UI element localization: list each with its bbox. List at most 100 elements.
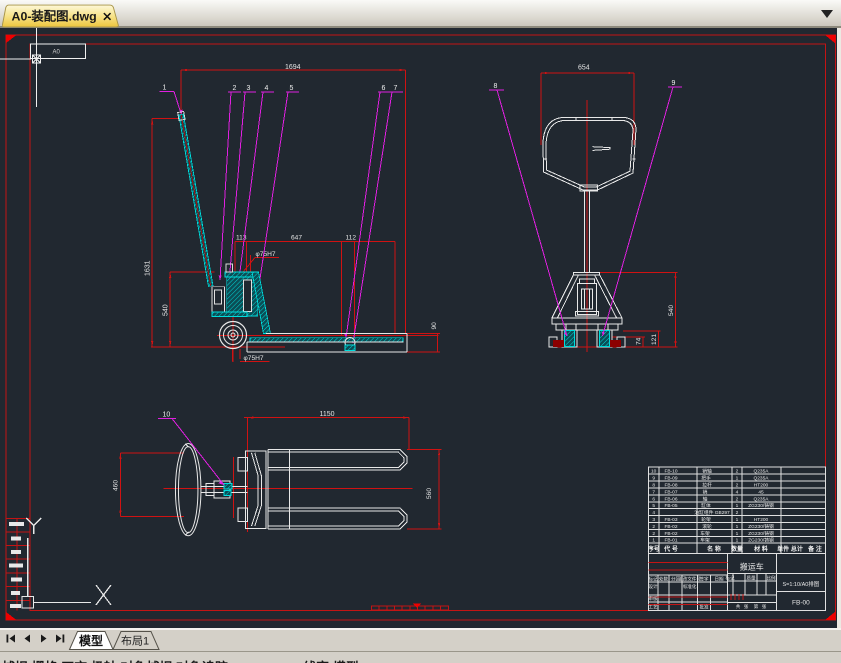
- svg-text:FB-10: FB-10: [664, 469, 677, 475]
- svg-text:滚轮: 滚轮: [702, 523, 712, 530]
- svg-text:112: 112: [346, 235, 357, 242]
- svg-text:标记: 标记: [726, 575, 735, 582]
- svg-text:比例: 比例: [767, 575, 776, 582]
- svg-text:10: 10: [163, 412, 171, 419]
- svg-text:油缸组件 GB297: 油缸组件 GB297: [694, 509, 730, 516]
- svg-text:1: 1: [736, 531, 739, 537]
- svg-text:2: 2: [233, 85, 237, 92]
- svg-text:121: 121: [651, 334, 658, 345]
- svg-text:HT200: HT200: [754, 482, 769, 488]
- svg-text:Q235A: Q235A: [754, 476, 770, 482]
- svg-text:1150: 1150: [320, 411, 335, 418]
- svg-text:更改文件号: 更改文件号: [678, 576, 701, 583]
- svg-text:HT200: HT200: [754, 517, 769, 523]
- svg-text:3: 3: [652, 517, 655, 523]
- svg-text:张: 张: [744, 603, 749, 610]
- svg-text:数量: 数量: [731, 545, 743, 553]
- svg-text:搬运车: 搬运车: [740, 562, 764, 572]
- svg-text:S=1:10/A0排图: S=1:10/A0排图: [782, 580, 819, 588]
- svg-text:10: 10: [651, 469, 657, 475]
- svg-text:7: 7: [652, 489, 655, 495]
- svg-text:车架: 车架: [700, 530, 710, 537]
- svg-text:113: 113: [236, 235, 247, 242]
- svg-text:批准: 批准: [700, 604, 709, 611]
- svg-text:备 注: 备 注: [807, 545, 822, 553]
- svg-text:1: 1: [652, 538, 655, 544]
- svg-text:拉杆: 拉杆: [702, 481, 712, 488]
- svg-text:1: 1: [163, 85, 167, 92]
- svg-text:2: 2: [736, 510, 739, 516]
- svg-text:1: 1: [736, 517, 739, 523]
- svg-text:1631: 1631: [145, 260, 152, 276]
- svg-text:φ75H7: φ75H7: [244, 355, 264, 362]
- svg-text:7: 7: [394, 85, 398, 92]
- svg-text:模型: 模型: [79, 633, 103, 648]
- svg-text:90: 90: [431, 322, 438, 330]
- svg-text:1: 1: [736, 503, 739, 509]
- svg-text:销轴: 销轴: [702, 468, 712, 475]
- svg-text:6: 6: [652, 496, 655, 502]
- svg-text:1: 1: [736, 476, 739, 482]
- svg-text:2: 2: [652, 524, 655, 530]
- svg-text:把手: 把手: [701, 475, 711, 482]
- svg-text:8: 8: [652, 482, 655, 488]
- svg-text:FB-07: FB-07: [664, 489, 677, 495]
- svg-text:FB-01: FB-01: [664, 538, 677, 544]
- svg-text:名 称: 名 称: [707, 545, 721, 553]
- svg-text:8: 8: [494, 83, 498, 90]
- svg-text:2: 2: [736, 469, 739, 475]
- svg-text:单件 总计: 单件 总计: [777, 545, 803, 553]
- svg-text:4: 4: [265, 85, 269, 92]
- svg-text:设计: 设计: [649, 583, 658, 590]
- svg-text:车架: 车架: [700, 537, 710, 544]
- svg-text:654: 654: [578, 65, 590, 72]
- svg-text:质量: 质量: [747, 575, 756, 582]
- svg-text:2: 2: [736, 496, 739, 502]
- svg-text:FB-05: FB-05: [664, 503, 677, 509]
- svg-text:销: 销: [703, 488, 708, 495]
- svg-text:1: 1: [736, 524, 739, 530]
- svg-text:共: 共: [736, 603, 741, 610]
- svg-text:Q235A: Q235A: [754, 496, 770, 502]
- svg-text:FB-02: FB-02: [664, 531, 677, 537]
- svg-text:ZG230/铸钢: ZG230/铸钢: [748, 530, 774, 537]
- svg-text:A0: A0: [53, 50, 61, 56]
- svg-text:审核: 审核: [649, 595, 658, 602]
- svg-text:张: 张: [762, 603, 767, 610]
- svg-text:4: 4: [736, 489, 739, 495]
- svg-text:轮架: 轮架: [701, 516, 711, 523]
- svg-text:Q235A: Q235A: [754, 469, 770, 475]
- svg-text:9: 9: [672, 80, 676, 87]
- svg-text:布局1: 布局1: [121, 635, 149, 648]
- svg-text:460: 460: [112, 480, 119, 491]
- svg-text:φ75H7: φ75H7: [256, 251, 276, 258]
- svg-text:标记: 标记: [649, 576, 658, 583]
- svg-text:540: 540: [163, 304, 170, 316]
- svg-text:轴: 轴: [703, 495, 708, 502]
- svg-text:第: 第: [754, 603, 759, 610]
- svg-text:FB-03: FB-03: [664, 517, 677, 523]
- svg-text:材 料: 材 料: [753, 545, 768, 553]
- svg-text:处数: 处数: [659, 576, 668, 583]
- svg-text:工艺: 工艺: [649, 605, 658, 610]
- svg-text:560: 560: [426, 488, 433, 499]
- svg-text:FB-08: FB-08: [664, 482, 677, 488]
- svg-text:缸体: 缸体: [701, 502, 711, 509]
- svg-text:1694: 1694: [285, 64, 301, 71]
- svg-text:FB-09: FB-09: [664, 476, 677, 482]
- svg-text:2: 2: [736, 482, 739, 488]
- svg-text:FB-06: FB-06: [664, 496, 677, 502]
- svg-text:1: 1: [736, 538, 739, 544]
- svg-text:74: 74: [636, 337, 643, 345]
- svg-text:45: 45: [758, 489, 764, 495]
- svg-text:2: 2: [652, 531, 655, 537]
- svg-text:5: 5: [652, 503, 655, 509]
- svg-text:3: 3: [247, 85, 251, 92]
- svg-text:4: 4: [652, 510, 655, 516]
- svg-text:标准化: 标准化: [683, 583, 697, 590]
- svg-text:A0-装配图.dwg: A0-装配图.dwg: [12, 9, 97, 24]
- svg-text:签字: 签字: [700, 576, 709, 582]
- svg-text:ZG230/铸钢: ZG230/铸钢: [748, 502, 774, 509]
- svg-text:FB-00: FB-00: [792, 600, 810, 607]
- svg-text:6: 6: [382, 85, 386, 92]
